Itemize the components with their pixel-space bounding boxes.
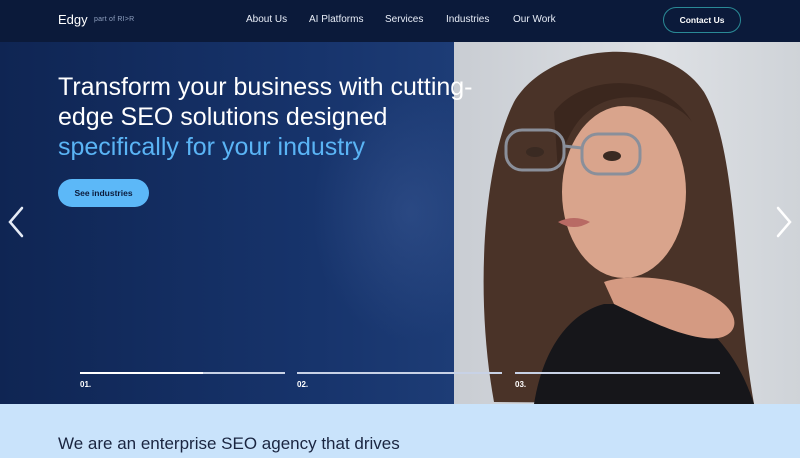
- chevron-left-icon[interactable]: [6, 205, 26, 244]
- chevron-right-icon[interactable]: [774, 205, 794, 244]
- brand-logo[interactable]: Edgy: [58, 12, 88, 27]
- slide-progress-track: [515, 372, 720, 374]
- nav-item-our-work[interactable]: Our Work: [513, 14, 556, 25]
- intro-heading: We are an enterprise SEO agency that dri…: [58, 434, 400, 453]
- slide-number: 03.: [515, 380, 527, 389]
- nav-item-about-us[interactable]: About Us: [246, 14, 287, 25]
- brand-parent-label: part of RI>R: [94, 16, 135, 23]
- see-industries-button[interactable]: See industries: [58, 179, 149, 207]
- hero-carousel: Transform your business with cutting- ed…: [0, 42, 800, 404]
- slide-number: 02.: [297, 380, 309, 389]
- slide-number: 01.: [80, 380, 92, 389]
- slide-progress-track: [80, 372, 285, 374]
- slide-indicator-2[interactable]: 02.: [297, 372, 502, 389]
- contact-us-button[interactable]: Contact Us: [663, 7, 741, 33]
- hero-photo: [454, 42, 800, 404]
- nav-item-ai-platforms[interactable]: AI Platforms: [309, 14, 363, 25]
- hero-headline: Transform your business with cutting- ed…: [58, 72, 498, 162]
- slide-indicator-1[interactable]: 01.: [80, 372, 285, 389]
- nav-item-services[interactable]: Services: [385, 14, 423, 25]
- intro-section: We are an enterprise SEO agency that dri…: [0, 404, 800, 458]
- top-navigation: Edgy part of RI>R About Us AI Platforms …: [0, 0, 800, 42]
- nav-item-industries[interactable]: Industries: [446, 14, 489, 25]
- slide-indicator-3[interactable]: 03.: [515, 372, 720, 389]
- headline-line-1: Transform your business with cutting-: [58, 73, 473, 101]
- headline-line-2: edge SEO solutions designed: [58, 103, 388, 131]
- slide-progress-fill: [80, 372, 203, 374]
- woman-with-glasses-image: [483, 51, 754, 404]
- slide-progress-track: [297, 372, 502, 374]
- headline-accent: specifically for your industry: [58, 133, 366, 161]
